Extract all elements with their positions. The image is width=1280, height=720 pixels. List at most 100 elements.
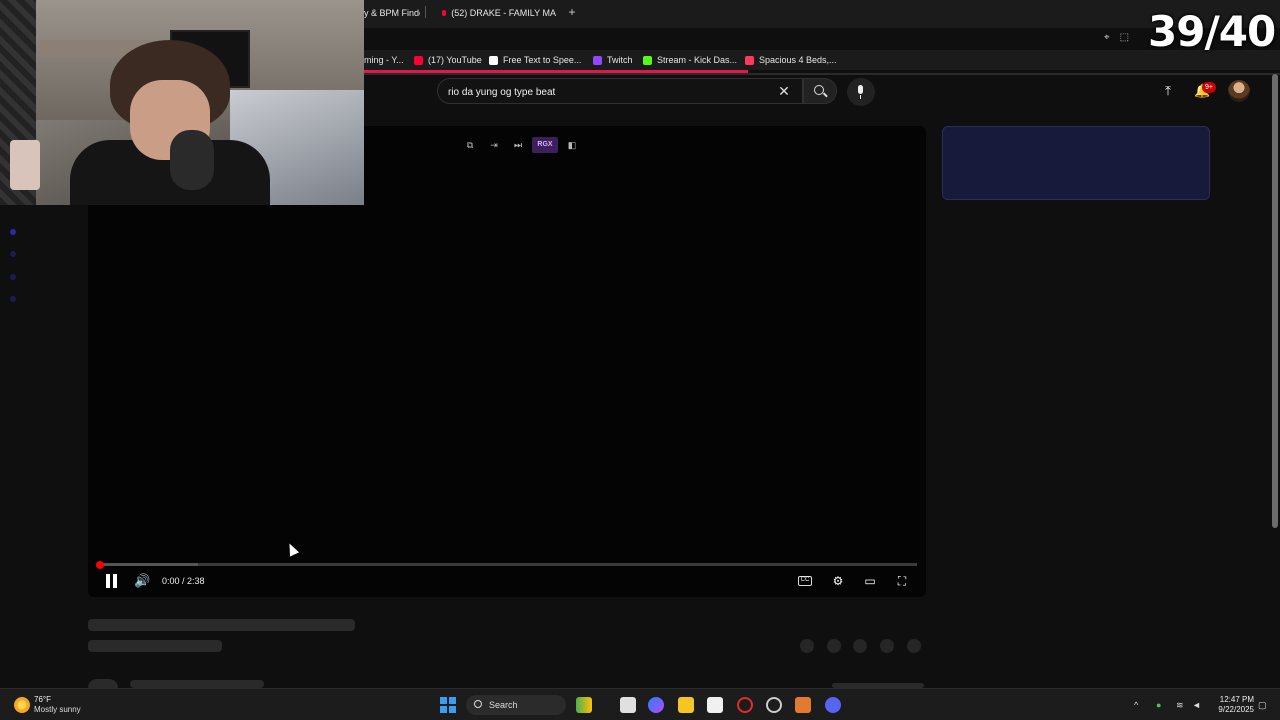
- rgx-icon[interactable]: RGX: [532, 137, 558, 153]
- windows-start-icon[interactable]: [440, 697, 456, 713]
- widgets-icon[interactable]: [576, 697, 592, 713]
- taskbar-search[interactable]: Search: [466, 695, 566, 715]
- search-input[interactable]: [448, 83, 768, 101]
- weather-temperature[interactable]: 76°F: [34, 695, 51, 705]
- tab-drake-family-matters[interactable]: (52) DRAKE - FAMILY MA: [442, 4, 556, 22]
- notification-center-icon[interactable]: ▢: [1258, 699, 1267, 711]
- page-load-progress: [364, 70, 748, 73]
- browser-toolbar-icons: ⌖ ⬚: [1104, 32, 1129, 43]
- video-scrubber-handle[interactable]: [96, 561, 104, 569]
- tab-label: (52) DRAKE - FAMILY MA: [451, 8, 556, 18]
- weather-sun-icon[interactable]: [14, 697, 30, 713]
- create-upload-icon[interactable]: ⤒: [1160, 82, 1176, 100]
- action-skeleton: [800, 639, 814, 653]
- clock-time[interactable]: 12:47 PM: [1214, 695, 1254, 705]
- skip-icon[interactable]: ⏭: [508, 137, 528, 153]
- panel-icon[interactable]: ◧: [562, 137, 582, 153]
- theater-mode-icon[interactable]: ▭: [861, 572, 879, 590]
- sidebar-home-icon[interactable]: [10, 229, 16, 235]
- tab-bpm-finder[interactable]: y & BPM Finder: [364, 4, 420, 22]
- bookmark-label: Free Text to Spee...: [503, 55, 582, 65]
- sidebar-shorts-icon[interactable]: [10, 251, 16, 257]
- bookmark-label: ming - Y...: [364, 55, 404, 65]
- copilot-icon[interactable]: [648, 697, 664, 713]
- discord-icon[interactable]: [825, 697, 841, 713]
- fullscreen-icon[interactable]: ⛶: [893, 572, 911, 590]
- start-tile: [449, 697, 456, 704]
- webcam-microphone: [170, 130, 214, 190]
- clock-date[interactable]: 9/22/2025: [1210, 705, 1254, 715]
- wifi-icon[interactable]: ≋: [1176, 699, 1184, 711]
- channel-skeleton: [88, 640, 222, 652]
- taskbar-search-label: Search: [489, 700, 518, 710]
- sidebar-subscriptions-icon[interactable]: [10, 274, 16, 280]
- action-skeleton: [907, 639, 921, 653]
- speaker-icon[interactable]: ◄: [1192, 699, 1201, 711]
- ad-panel-placeholder[interactable]: [942, 126, 1210, 200]
- action-skeleton: [827, 639, 841, 653]
- bookmark-label: Twitch: [607, 55, 633, 65]
- video-buffered-bar: [100, 563, 199, 566]
- bookmark-label: (17) YouTube: [428, 55, 482, 65]
- store-icon[interactable]: [707, 697, 723, 713]
- enter-icon[interactable]: ⇥: [484, 137, 504, 153]
- document-icon: [489, 55, 498, 65]
- notification-badge: 9+: [1202, 82, 1216, 93]
- bookmark-airbnb[interactable]: Spacious 4 Beds,...: [745, 53, 837, 67]
- webcam-overlay: [0, 0, 364, 205]
- windows-taskbar: 76°F Mostly sunny Search ^ ● ≋ ◄ 12:47 P…: [0, 688, 1280, 720]
- start-tile: [449, 706, 456, 713]
- bookmark-youtube[interactable]: (17) YouTube: [414, 53, 482, 67]
- search-button[interactable]: [803, 78, 837, 104]
- pause-bar-left: [106, 574, 110, 588]
- bookmark-label: Stream - Kick Das...: [657, 55, 738, 65]
- search-icon: [474, 700, 482, 708]
- opera-gx-icon[interactable]: [737, 697, 753, 713]
- new-tab-button[interactable]: +: [566, 5, 578, 19]
- captions-icon[interactable]: CC: [798, 576, 812, 586]
- microphone-tray-icon[interactable]: ●: [1156, 699, 1161, 711]
- start-tile: [440, 697, 447, 704]
- folder-icon[interactable]: [678, 697, 694, 713]
- airbnb-icon: [745, 55, 754, 65]
- start-tile: [440, 706, 447, 713]
- clear-search-icon[interactable]: ✕: [776, 82, 792, 100]
- screenshot-icon[interactable]: ⬚: [1120, 32, 1129, 43]
- pin-icon[interactable]: ⌖: [1104, 32, 1110, 43]
- account-avatar[interactable]: [1228, 80, 1250, 102]
- microphone-stand: [860, 95, 861, 99]
- fl-studio-icon[interactable]: [795, 697, 811, 713]
- bookmark-twitch[interactable]: Twitch: [593, 53, 633, 67]
- weather-description[interactable]: Mostly sunny: [34, 705, 81, 715]
- bookmark-text-to-speech[interactable]: Free Text to Spee...: [489, 53, 581, 67]
- action-skeleton: [853, 639, 867, 653]
- pause-bar-right: [113, 574, 117, 588]
- search-box: [437, 78, 803, 104]
- sidebar-you-icon[interactable]: [10, 296, 16, 302]
- stream-counter-overlay: 39/40: [1148, 7, 1276, 56]
- bookmark-kick[interactable]: Stream - Kick Das...: [643, 53, 737, 67]
- tray-overflow-icon[interactable]: ^: [1134, 699, 1138, 711]
- page-scrollbar[interactable]: [1272, 74, 1278, 528]
- tab-separator: [425, 6, 426, 18]
- bookmark-streaming[interactable]: ming - Y...: [364, 53, 404, 67]
- obs-icon[interactable]: [766, 697, 782, 713]
- page-divider: [364, 73, 1280, 75]
- file-explorer-window-icon[interactable]: [620, 697, 636, 713]
- video-time-display: 0:00 / 2:38: [162, 576, 205, 586]
- avatar-skeleton: [88, 679, 118, 688]
- webcam-cup: [10, 140, 40, 190]
- pause-icon[interactable]: [105, 574, 119, 588]
- twitch-icon: [593, 55, 602, 65]
- youtube-icon: [414, 55, 423, 65]
- video-progress-bar[interactable]: [100, 563, 917, 566]
- microphone-icon: [858, 85, 863, 94]
- settings-gear-icon[interactable]: ⚙: [829, 572, 847, 590]
- youtube-icon: [442, 10, 447, 16]
- popout-icon[interactable]: ⧉: [460, 137, 480, 153]
- description-skeleton: [130, 680, 264, 688]
- extension-toolbar: ⧉ ⇥ ⏭ RGX ◧: [460, 137, 582, 153]
- voice-search-button[interactable]: [847, 78, 875, 106]
- bookmark-label: Spacious 4 Beds,...: [759, 55, 837, 65]
- volume-icon[interactable]: 🔊: [134, 572, 152, 590]
